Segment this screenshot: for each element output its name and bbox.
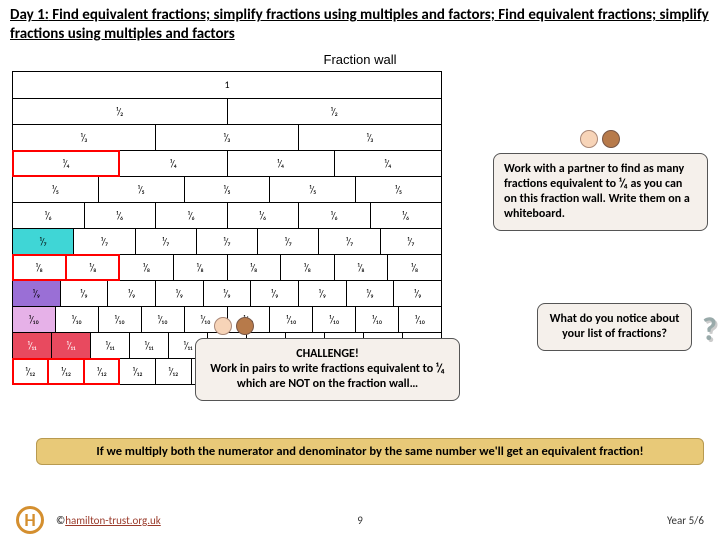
fraction-wall-row: ¹/₇¹/₇¹/₇¹/₇¹/₇¹/₇¹/₇	[13, 228, 441, 254]
fraction-wall-cell: ¹/₁₀	[269, 307, 312, 332]
callout-notice: What do you notice about your list of fr…	[537, 303, 692, 351]
fraction-wall-cell: ¹/₇	[135, 229, 196, 254]
fraction-wall-cell: ¹/₉	[250, 281, 298, 306]
fraction-wall-cell: ¹/₈	[13, 255, 66, 280]
fraction-wall-title: Fraction wall	[12, 52, 708, 67]
fraction-wall-cell: ¹/₇	[318, 229, 379, 254]
fraction-wall-cell: ¹/₆	[84, 203, 156, 228]
fraction-wall-cell: ¹/₇	[73, 229, 134, 254]
slide-body: Fraction wall 1¹/₂¹/₂¹/₃¹/₃¹/₃¹/₄¹/₄¹/₄¹…	[0, 48, 720, 385]
fraction-wall-cell: ¹/₁₁	[90, 333, 129, 358]
fraction-wall-row: ¹/₈¹/₈¹/₈¹/₈¹/₈¹/₈¹/₈¹/₈	[13, 254, 441, 280]
fraction-wall-cell: ¹/₈	[173, 255, 227, 280]
fraction-wall-cell: ¹/₉	[346, 281, 394, 306]
fraction-wall-cell: ¹/₈	[119, 255, 173, 280]
fraction-wall-cell: ¹/₁₂	[119, 359, 155, 384]
fraction-wall-cell: ¹/₈	[66, 255, 120, 280]
fraction-wall-cell: ¹/₁₀	[55, 307, 98, 332]
fraction-wall-cell: ¹/₅	[98, 177, 184, 202]
fraction-wall-cell: ¹/₁₂	[13, 359, 48, 384]
fraction-wall-cell: ¹/₃	[13, 125, 155, 150]
fraction-wall-cell: ¹/₁₀	[141, 307, 184, 332]
bottom-summary: If we multiply both the numerator and de…	[36, 438, 704, 465]
fraction-wall-cell: ¹/₇	[13, 229, 73, 254]
fraction-wall-row: ¹/₂¹/₂	[13, 98, 441, 124]
fraction-wall-cell: ¹/₄	[334, 151, 441, 176]
fraction-wall-row: ¹/₆¹/₆¹/₆¹/₆¹/₆¹/₆	[13, 202, 441, 228]
fraction-wall-cell: ¹/₆	[298, 203, 370, 228]
fraction-wall-cell: ¹/₆	[155, 203, 227, 228]
fraction-wall-cell: ¹/₅	[355, 177, 441, 202]
fraction-wall-cell: ¹/₂	[13, 99, 227, 124]
page-number: 9	[357, 514, 363, 527]
fraction-wall-cell: ¹/₉	[107, 281, 155, 306]
fraction-wall-cell: ¹/₄	[13, 151, 119, 176]
fraction-wall-cell: ¹/₇	[196, 229, 257, 254]
fraction-wall-cell: ¹/₆	[13, 203, 84, 228]
fraction-wall-cell: ¹/₄	[119, 151, 226, 176]
fraction-wall-cell: ¹/₇	[380, 229, 441, 254]
fraction-wall-cell: ¹/₉	[298, 281, 346, 306]
header-day: Day 1:	[10, 6, 49, 24]
question-mark-icon: ?	[702, 310, 717, 350]
fraction-wall-cell: ¹/₆	[370, 203, 442, 228]
header-text: Find equivalent fractions; simplify frac…	[10, 6, 709, 43]
fraction-wall-row: ¹/₃¹/₃¹/₃	[13, 124, 441, 150]
fraction-wall-cell: ¹/₁₀	[398, 307, 441, 332]
year-label: Year 5/6	[667, 514, 704, 527]
fraction-wall-cell: ¹/₂	[227, 99, 442, 124]
fraction-wall-cell: ¹/₆	[227, 203, 299, 228]
fraction-wall-cell: ¹/₉	[60, 281, 108, 306]
hamilton-logo-icon: H	[16, 506, 44, 534]
fraction-wall-cell: ¹/₈	[387, 255, 441, 280]
fraction-wall-cell: ¹/₃	[155, 125, 298, 150]
fraction-wall-row: ¹/₉¹/₉¹/₉¹/₉¹/₉¹/₉¹/₉¹/₉¹/₉	[13, 280, 441, 306]
fraction-wall-cell: ¹/₇	[257, 229, 318, 254]
fraction-wall-cell: ¹/₅	[184, 177, 270, 202]
fraction-wall-cell: ¹/₁₁	[129, 333, 168, 358]
fraction-wall-cell: ¹/₈	[280, 255, 334, 280]
fraction-wall-row: 1	[13, 72, 441, 98]
callout-partner: Work with a partner to find as many frac…	[493, 153, 708, 231]
fraction-wall-cell: ¹/₁₂	[48, 359, 84, 384]
callout-challenge: CHALLENGE! Work in pairs to write fracti…	[195, 338, 460, 401]
callout-notice-text: What do you notice about your list of fr…	[550, 312, 680, 341]
fraction-wall-cell: ¹/₉	[13, 281, 60, 306]
fraction-wall-cell: ¹/₉	[393, 281, 441, 306]
challenge-title: CHALLENGE!	[206, 347, 449, 362]
callout-partner-text: Work with a partner to find as many frac…	[504, 162, 690, 221]
fraction-wall-cell: ¹/₉	[203, 281, 251, 306]
footer: H © hamilton-trust.org.uk 9 Year 5/6	[0, 506, 720, 534]
fraction-wall-cell: ¹/₁₀	[98, 307, 141, 332]
fraction-wall-row: ¹/₄¹/₄¹/₄¹/₄	[13, 150, 441, 176]
slide-header: Day 1: Find equivalent fractions; simpli…	[0, 0, 720, 48]
fraction-wall-cell: 1	[13, 72, 441, 98]
fraction-wall-cell: ¹/₃	[298, 125, 441, 150]
fraction-wall-cell: ¹/₅	[13, 177, 98, 202]
fraction-wall-cell: ¹/₅	[269, 177, 355, 202]
copyright-symbol: ©	[56, 514, 65, 527]
faces-icon	[580, 130, 620, 148]
fraction-wall-cell: ¹/₁₀	[355, 307, 398, 332]
fraction-wall-cell: ¹/₁₀	[312, 307, 355, 332]
challenge-body: Work in pairs to write fractions equival…	[206, 362, 449, 392]
fraction-wall-cell: ¹/₁₀	[13, 307, 55, 332]
fraction-wall-cell: ¹/₉	[155, 281, 203, 306]
fraction-wall-cell: ¹/₁₂	[155, 359, 191, 384]
fraction-wall-cell: ¹/₁₁	[13, 333, 51, 358]
bottom-summary-text: If we multiply both the numerator and de…	[96, 444, 643, 459]
footer-link[interactable]: hamilton-trust.org.uk	[65, 514, 161, 527]
fraction-wall-cell: ¹/₄	[227, 151, 334, 176]
fraction-wall-cell: ¹/₈	[334, 255, 388, 280]
fraction-wall-cell: ¹/₈	[227, 255, 281, 280]
fraction-wall-cell: ¹/₁₂	[84, 359, 120, 384]
fraction-wall-cell: ¹/₁₁	[51, 333, 90, 358]
faces-icon	[214, 317, 254, 335]
fraction-wall-row: ¹/₅¹/₅¹/₅¹/₅¹/₅	[13, 176, 441, 202]
